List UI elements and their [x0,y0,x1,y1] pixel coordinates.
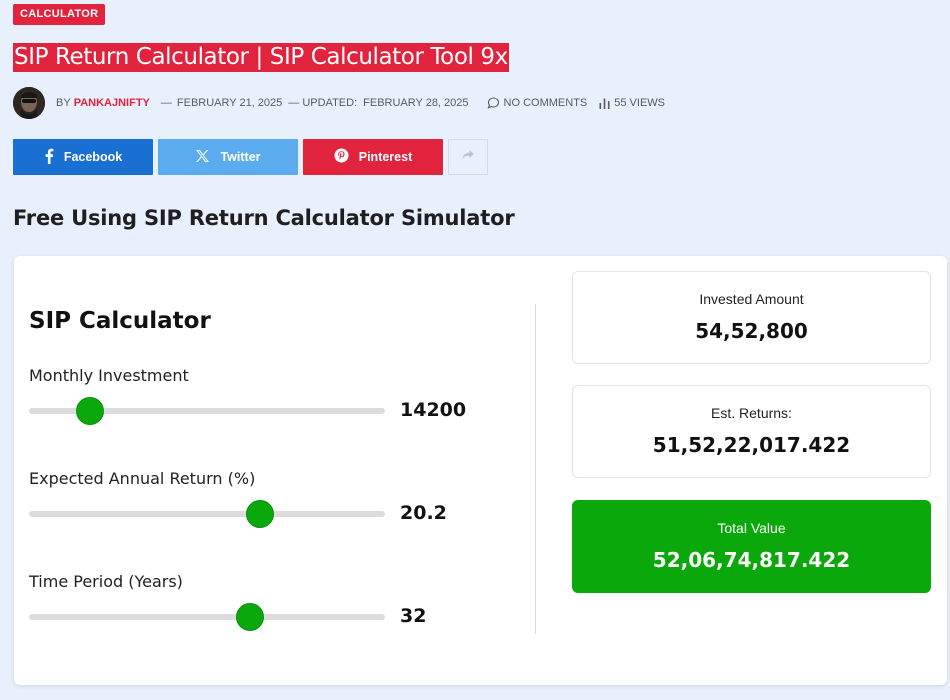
time-period-slider[interactable] [29,603,385,631]
invested-amount-label: Invested Amount [699,291,804,307]
views-count: 55 VIEWS [614,97,666,109]
share-more-button[interactable] [448,139,488,175]
bar-chart-icon [599,98,610,109]
share-twitter-button[interactable]: Twitter [158,139,298,175]
monthly-investment-label: Monthly Investment [29,366,189,385]
sip-calculator-card: SIP Calculator Monthly Investment 14200 … [14,256,947,685]
category-badge[interactable]: CALCULATOR [13,4,106,25]
time-period-label: Time Period (Years) [29,572,183,591]
est-returns-value: 51,52,22,017.422 [652,433,851,457]
post-meta: BY PANKAJNIFTY — FEBRUARY 21, 2025 — UPD… [13,87,665,119]
section-heading: Free Using SIP Return Calculator Simulat… [13,206,515,230]
est-returns-label: Est. Returns: [711,405,792,421]
x-twitter-icon [195,149,210,166]
column-divider [535,304,536,634]
share-buttons: Facebook Twitter Pinterest [13,139,488,175]
monthly-investment-slider[interactable] [29,397,385,425]
invested-amount-box: Invested Amount 54,52,800 [572,271,931,364]
share-arrow-icon [461,148,475,166]
author-link[interactable]: PANKAJNIFTY [74,97,150,109]
pinterest-label: Pinterest [358,150,413,164]
calculator-title: SIP Calculator [29,308,211,334]
pinterest-icon [334,148,349,166]
twitter-label: Twitter [220,150,261,164]
invested-amount-value: 54,52,800 [695,319,808,343]
expected-return-slider[interactable] [29,500,385,528]
comments-link[interactable]: NO COMMENTS [504,97,588,109]
time-period-value: 32 [400,605,427,627]
meta-separator: — [160,97,172,109]
total-value-box: Total Value 52,06,74,817.422 [572,500,931,593]
facebook-label: Facebook [63,150,123,164]
share-pinterest-button[interactable]: Pinterest [303,139,443,175]
author-avatar[interactable] [13,87,45,119]
expected-return-slider-thumb[interactable] [246,500,275,528]
total-value-label: Total Value [717,520,786,536]
comment-icon [487,97,500,109]
updated-date: FEBRUARY 28, 2025 [363,97,469,109]
page-title: SIP Return Calculator | SIP Calculator T… [13,43,509,72]
monthly-investment-slider-thumb[interactable] [75,397,104,425]
est-returns-box: Est. Returns: 51,52,22,017.422 [572,385,931,478]
expected-return-label: Expected Annual Return (%) [29,469,256,488]
expected-return-value: 20.2 [400,502,447,524]
monthly-investment-value: 14200 [400,399,467,421]
facebook-icon [44,148,54,167]
share-facebook-button[interactable]: Facebook [13,139,153,175]
by-label: BY [56,97,71,109]
total-value-value: 52,06,74,817.422 [652,548,851,572]
time-period-slider-thumb[interactable] [235,603,264,631]
published-date: FEBRUARY 21, 2025 [176,97,283,109]
updated-label: — UPDATED: [288,97,358,109]
